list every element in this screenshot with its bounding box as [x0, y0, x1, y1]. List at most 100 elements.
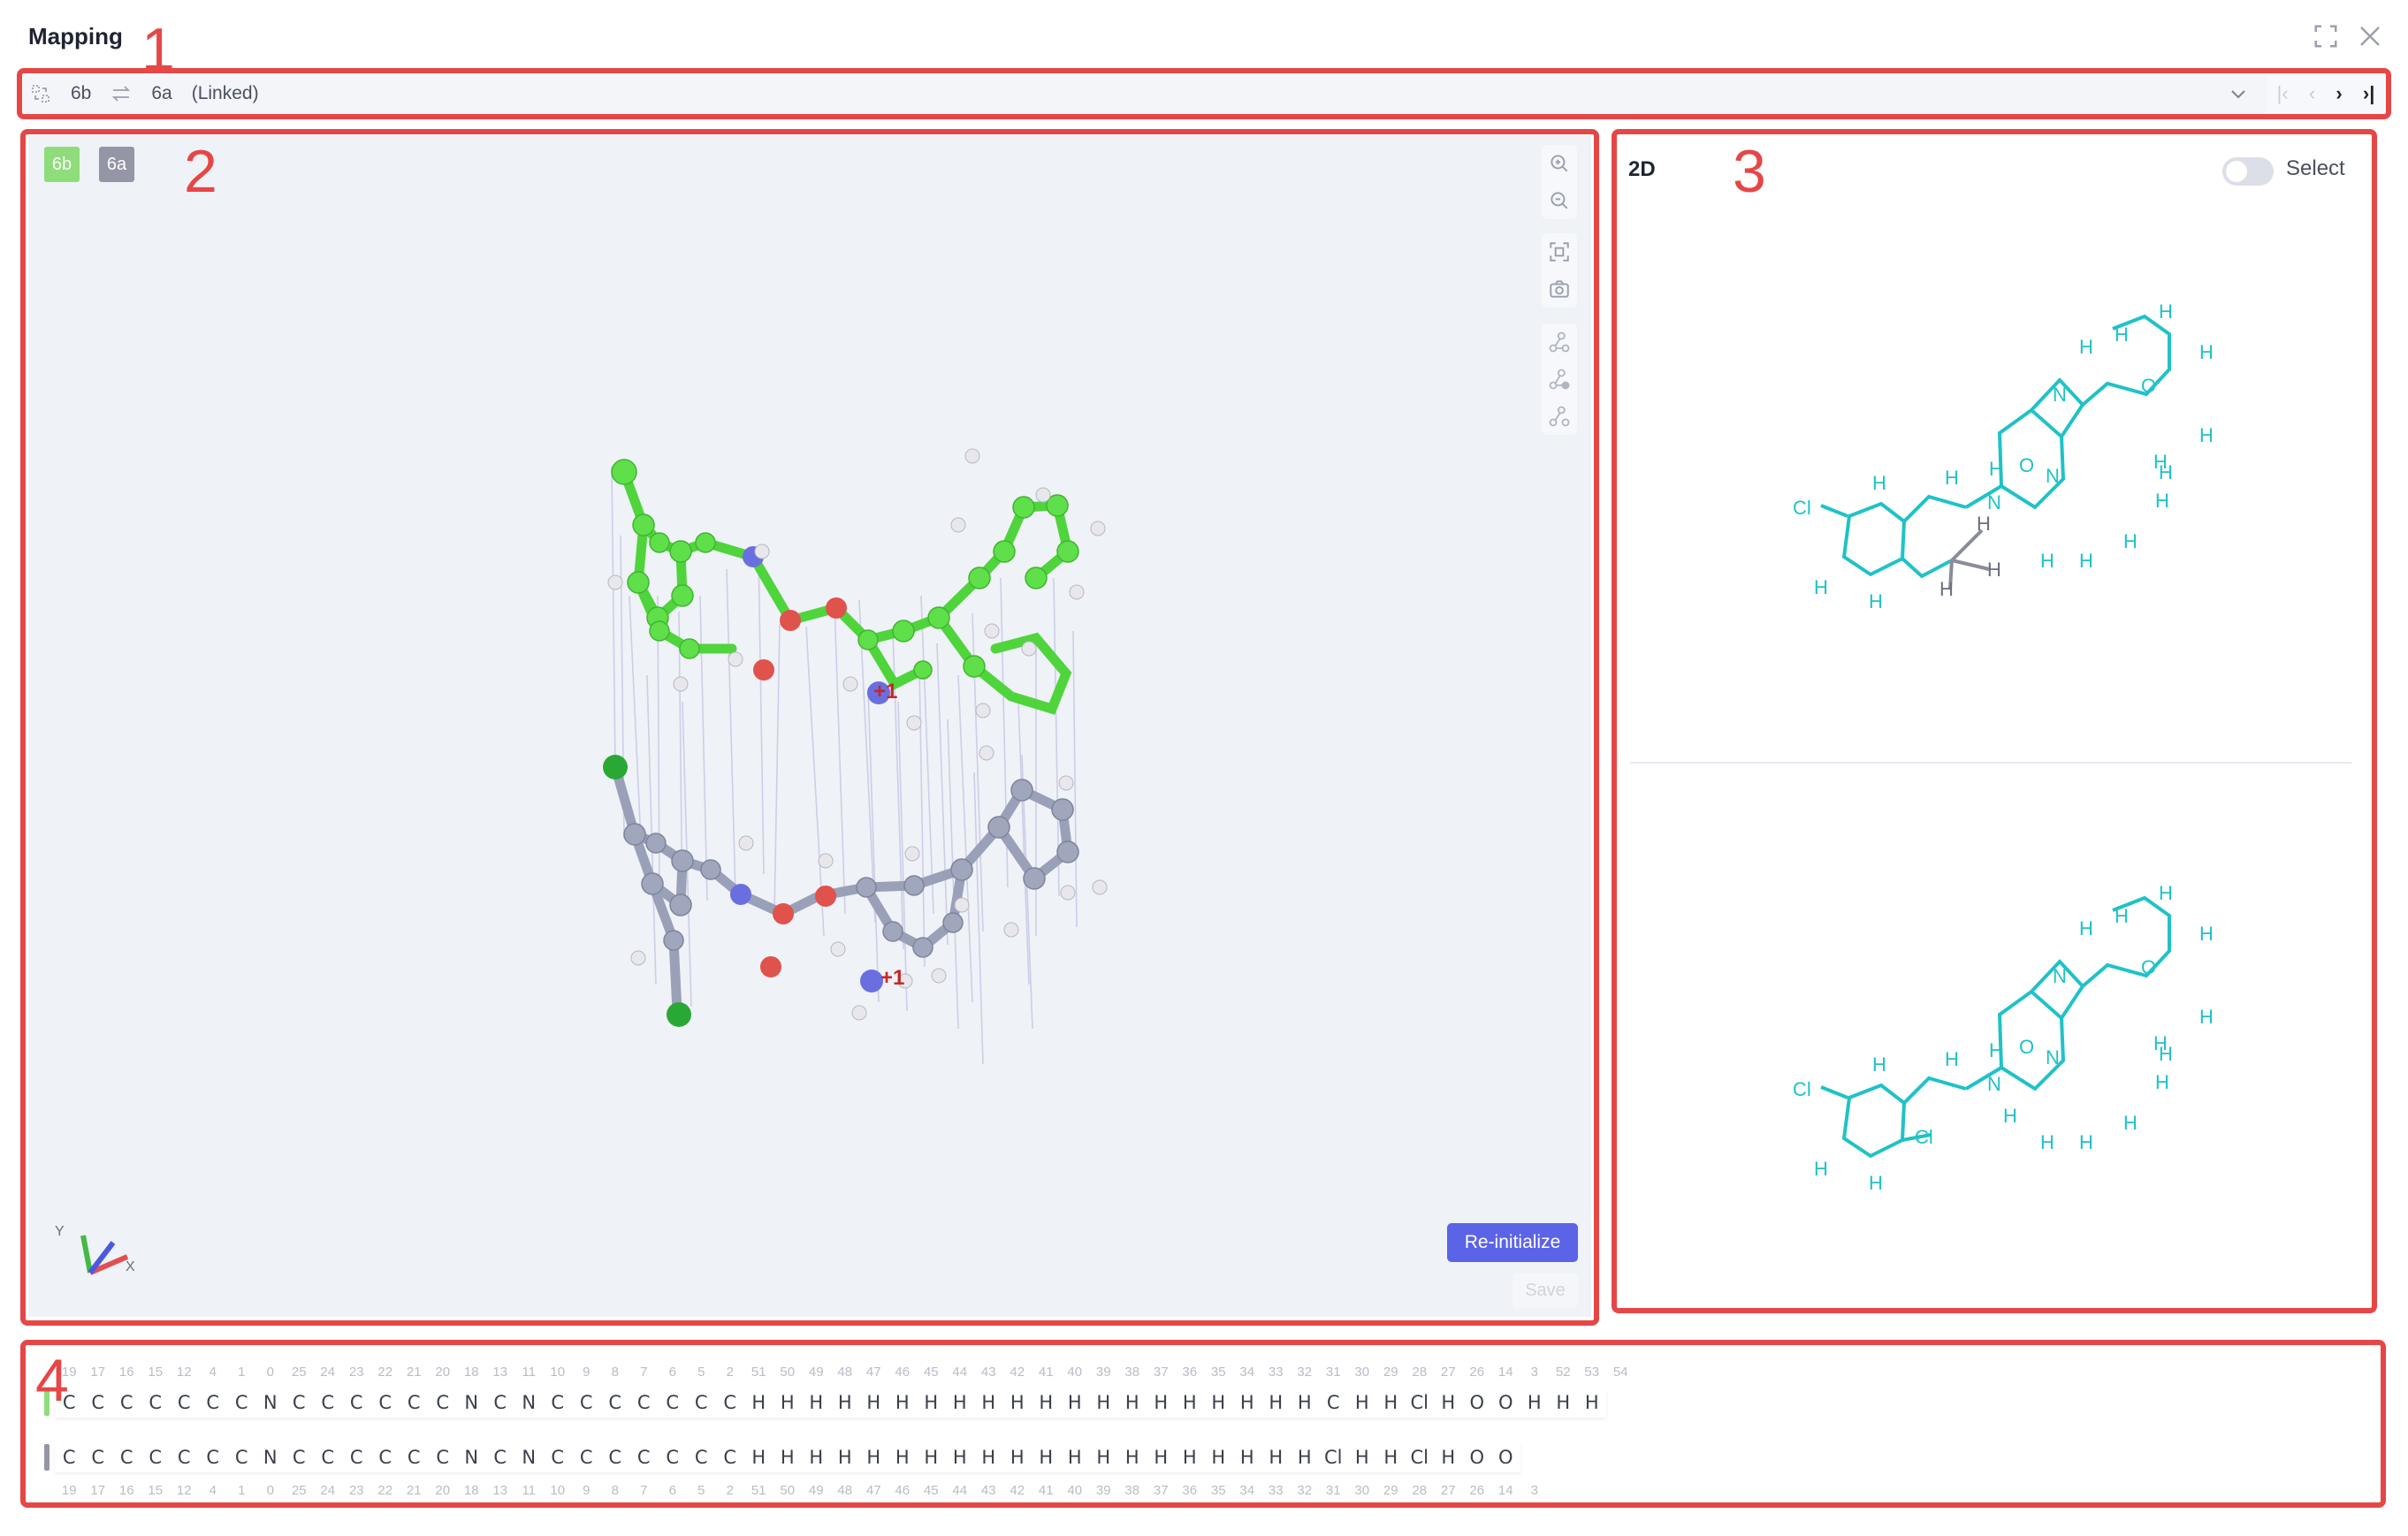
atom-cell[interactable]: C	[285, 1388, 314, 1418]
atom-cell[interactable]: C	[486, 1442, 515, 1472]
atom-cell[interactable]: C	[285, 1442, 314, 1472]
atom-cell[interactable]: H	[859, 1442, 888, 1472]
atom-cell[interactable]: O	[1491, 1442, 1520, 1472]
atom-cell[interactable]: H	[859, 1388, 888, 1418]
atom-cell[interactable]: H	[744, 1388, 773, 1418]
select-toggle[interactable]	[2222, 157, 2274, 186]
atom-cell[interactable]: C	[687, 1442, 716, 1472]
atom-cell[interactable]: C	[199, 1442, 228, 1472]
atom-cell[interactable]: H	[1233, 1442, 1262, 1472]
atom-cell[interactable]: C	[687, 1388, 716, 1418]
atom-cell[interactable]: C	[572, 1442, 601, 1472]
atom-cell[interactable]: H	[1176, 1442, 1205, 1472]
swap-icon[interactable]	[110, 83, 132, 104]
atom-cell[interactable]: C	[342, 1442, 371, 1472]
atom-cell[interactable]: C	[716, 1442, 745, 1472]
atom-cell[interactable]: H	[1147, 1442, 1176, 1472]
atom-cell[interactable]: H	[1176, 1388, 1205, 1418]
molecule-3d-canvas[interactable]: +1 +1 Y X	[28, 136, 1591, 1317]
atom-cell[interactable]: C	[342, 1388, 371, 1418]
structure-6a-2d[interactable]	[1820, 895, 2171, 1159]
atom-cell[interactable]: H	[831, 1388, 860, 1418]
atom-cell[interactable]: O	[1491, 1388, 1520, 1418]
atom-cell[interactable]: H	[1434, 1442, 1463, 1472]
mapping-mode-icon[interactable]	[30, 83, 51, 104]
fullscreen-icon[interactable]	[2313, 23, 2339, 49]
stick-style-icon[interactable]	[1542, 361, 1577, 398]
atom-cell[interactable]: H	[1376, 1442, 1406, 1472]
tag-molecule-6a[interactable]: 6a	[99, 147, 134, 182]
atom-cell[interactable]: C	[544, 1388, 573, 1418]
atom-cell[interactable]: C	[84, 1388, 113, 1418]
atom-cell[interactable]: Cl	[1406, 1442, 1435, 1472]
atom-cell[interactable]: H	[1061, 1442, 1090, 1472]
first-page-icon[interactable]: |‹	[2277, 82, 2289, 105]
atom-cell[interactable]: H	[1520, 1388, 1550, 1418]
atom-cell[interactable]: H	[1291, 1442, 1320, 1472]
molecule-b-label[interactable]: 6a	[151, 83, 171, 104]
atom-cell[interactable]: C	[112, 1388, 141, 1418]
next-page-icon[interactable]: ›	[2336, 82, 2342, 105]
molecule-a-label[interactable]: 6b	[71, 83, 91, 104]
last-page-icon[interactable]: ›|	[2363, 82, 2374, 105]
chevron-down-icon[interactable]	[2228, 83, 2249, 104]
atom-cell[interactable]: C	[486, 1388, 515, 1418]
atom-cell[interactable]: H	[802, 1442, 831, 1472]
atom-cell[interactable]: N	[457, 1388, 486, 1418]
atom-cell[interactable]: H	[1003, 1442, 1033, 1472]
atom-cell[interactable]: C	[141, 1442, 171, 1472]
atom-cell[interactable]: H	[1261, 1442, 1291, 1472]
atom-cell[interactable]: H	[1348, 1442, 1377, 1472]
zoom-out-icon[interactable]	[1542, 182, 1577, 219]
atom-cell[interactable]: H	[946, 1442, 975, 1472]
line-style-icon[interactable]	[1542, 398, 1577, 435]
atom-cell[interactable]: C	[371, 1388, 400, 1418]
atom-cell[interactable]: C	[544, 1442, 573, 1472]
atom-cell[interactable]: N	[514, 1442, 544, 1472]
atom-cell[interactable]: C	[400, 1442, 429, 1472]
atom-cell[interactable]: H	[1233, 1388, 1262, 1418]
atom-cell[interactable]: C	[429, 1442, 458, 1472]
atom-cell[interactable]: H	[1578, 1388, 1607, 1418]
atom-cell[interactable]: H	[802, 1388, 831, 1418]
atom-cell[interactable]: N	[514, 1388, 544, 1418]
atom-cell[interactable]: C	[199, 1388, 228, 1418]
atom-cell[interactable]: H	[1376, 1388, 1406, 1418]
atom-cell[interactable]: C	[84, 1442, 113, 1472]
atom-cell[interactable]: C	[429, 1388, 458, 1418]
atom-cell[interactable]: H	[888, 1388, 918, 1418]
atom-cell[interactable]: H	[744, 1442, 773, 1472]
fit-view-icon[interactable]	[1542, 233, 1577, 270]
atom-cell[interactable]: C	[227, 1388, 256, 1418]
ball-stick-style-icon[interactable]	[1542, 323, 1577, 361]
atom-cell[interactable]: H	[773, 1388, 803, 1418]
atom-cell[interactable]: C	[227, 1442, 256, 1472]
atom-cell[interactable]: C	[572, 1388, 601, 1418]
close-icon[interactable]	[2357, 23, 2383, 49]
atom-cell[interactable]: O	[1463, 1442, 1492, 1472]
atom-cell[interactable]: C	[170, 1442, 199, 1472]
atom-cell[interactable]: H	[1434, 1388, 1463, 1418]
atom-cell[interactable]: C	[629, 1442, 659, 1472]
atom-cell[interactable]: C	[112, 1442, 141, 1472]
atom-cell[interactable]: H	[917, 1388, 946, 1418]
atom-cell[interactable]: H	[1089, 1388, 1118, 1418]
atom-cell[interactable]: C	[314, 1388, 343, 1418]
atom-cell[interactable]: C	[400, 1388, 429, 1418]
atom-cell[interactable]: Cl	[1406, 1388, 1435, 1418]
molecule-6b-3d[interactable]: +1	[607, 448, 1106, 731]
reinitialize-button[interactable]: Re-initialize	[1447, 1223, 1578, 1262]
atom-cell[interactable]: H	[1261, 1388, 1291, 1418]
atom-cell[interactable]: H	[1204, 1442, 1233, 1472]
structure-6b-2d[interactable]	[1820, 314, 2171, 579]
atom-cell[interactable]: H	[946, 1388, 975, 1418]
save-button[interactable]: Save	[1513, 1273, 1578, 1308]
atom-cell[interactable]: C	[371, 1442, 400, 1472]
atom-cell[interactable]: C	[601, 1442, 630, 1472]
tag-molecule-6b[interactable]: 6b	[44, 147, 80, 182]
atom-cell[interactable]: H	[1291, 1388, 1320, 1418]
atom-cell[interactable]: C	[314, 1442, 343, 1472]
atom-cell[interactable]: H	[1061, 1388, 1090, 1418]
zoom-in-icon[interactable]	[1542, 145, 1577, 182]
atom-cell[interactable]: H	[917, 1442, 946, 1472]
